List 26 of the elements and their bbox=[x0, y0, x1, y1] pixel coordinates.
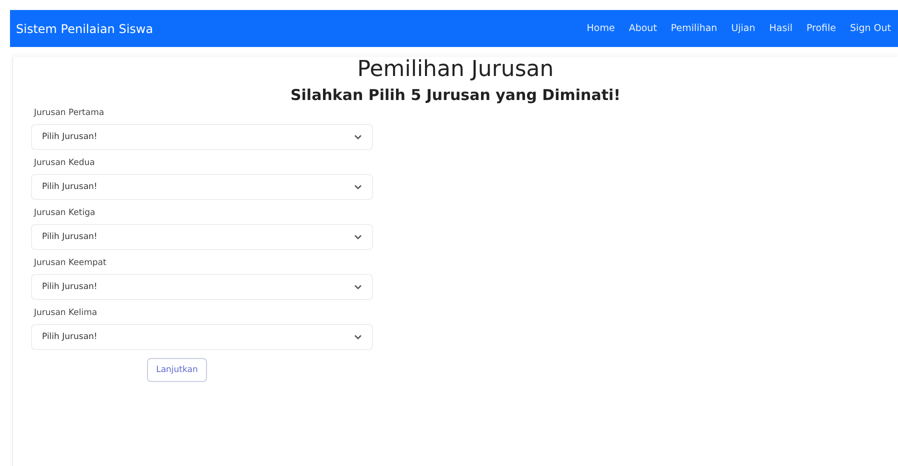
nav-link[interactable]: Home bbox=[580, 23, 622, 34]
select-field[interactable]: Pilih Jurusan! bbox=[31, 224, 373, 250]
field-label: Jurusan Ketiga bbox=[34, 208, 96, 218]
brand-link[interactable]: Sistem Penilaian Siswa bbox=[16, 22, 154, 36]
page-title: Pemilihan Jurusan bbox=[356, 57, 555, 82]
field-label: Jurusan Kedua bbox=[34, 158, 96, 168]
nav-link[interactable]: Hasil bbox=[762, 23, 800, 34]
chevron-down-icon bbox=[354, 184, 362, 190]
select-field[interactable]: Pilih Jurusan! bbox=[31, 274, 373, 300]
select-field[interactable]: Pilih Jurusan! bbox=[31, 124, 373, 150]
page-subtitle: Silahkan Pilih 5 Jurusan yang Diminati! bbox=[289, 86, 622, 104]
nav-link[interactable]: Pemilihan bbox=[664, 23, 724, 34]
continue-button[interactable]: Lanjutkan bbox=[147, 358, 207, 382]
field-label: Jurusan Pertama bbox=[34, 108, 106, 118]
chevron-down-icon bbox=[354, 134, 362, 140]
select-field[interactable]: Pilih Jurusan! bbox=[31, 174, 373, 200]
nav-link[interactable]: About bbox=[622, 23, 664, 34]
field-label: Jurusan Keempat bbox=[34, 258, 108, 268]
nav-link[interactable]: Profile bbox=[799, 23, 844, 34]
select-field[interactable]: Pilih Jurusan! bbox=[31, 324, 373, 350]
field-label: Jurusan Kelima bbox=[34, 308, 98, 318]
chevron-down-icon bbox=[354, 334, 362, 340]
chevron-down-icon bbox=[354, 234, 362, 240]
nav-link[interactable]: Ujian bbox=[724, 23, 762, 34]
nav-link[interactable]: Sign Out bbox=[843, 23, 898, 34]
chevron-down-icon bbox=[354, 284, 362, 290]
